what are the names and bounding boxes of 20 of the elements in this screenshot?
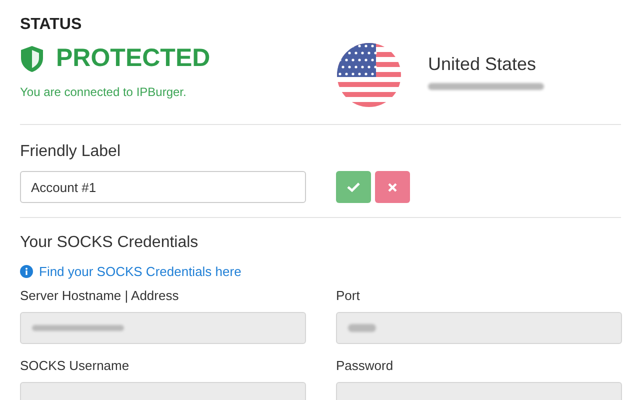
field-label: Port (336, 288, 361, 303)
shield-icon (20, 44, 44, 72)
field-label: SOCKS Username (20, 358, 130, 373)
flag-icon (336, 42, 402, 108)
status-title: PROTECTED (56, 44, 210, 73)
close-icon (388, 182, 397, 192)
credentials-heading: Your SOCKS Credentials (20, 234, 200, 252)
country-name: United States (428, 54, 538, 75)
credentials-link[interactable]: Find your SOCKS Credentials here (39, 264, 242, 279)
redacted-text (348, 324, 376, 332)
friendly-label-input[interactable]: Account #1 (20, 171, 306, 203)
field-label: Server Hostname | Address (20, 288, 180, 303)
field-label: Password (336, 358, 394, 373)
cancel-button[interactable] (375, 171, 410, 203)
confirm-button[interactable] (336, 171, 371, 203)
info-icon (20, 265, 33, 278)
friendly-label-heading: Friendly Label (20, 143, 122, 161)
status-heading: STATUS (20, 16, 83, 34)
status-message: You are connected to IPBurger. (20, 85, 188, 99)
check-icon (347, 182, 360, 192)
